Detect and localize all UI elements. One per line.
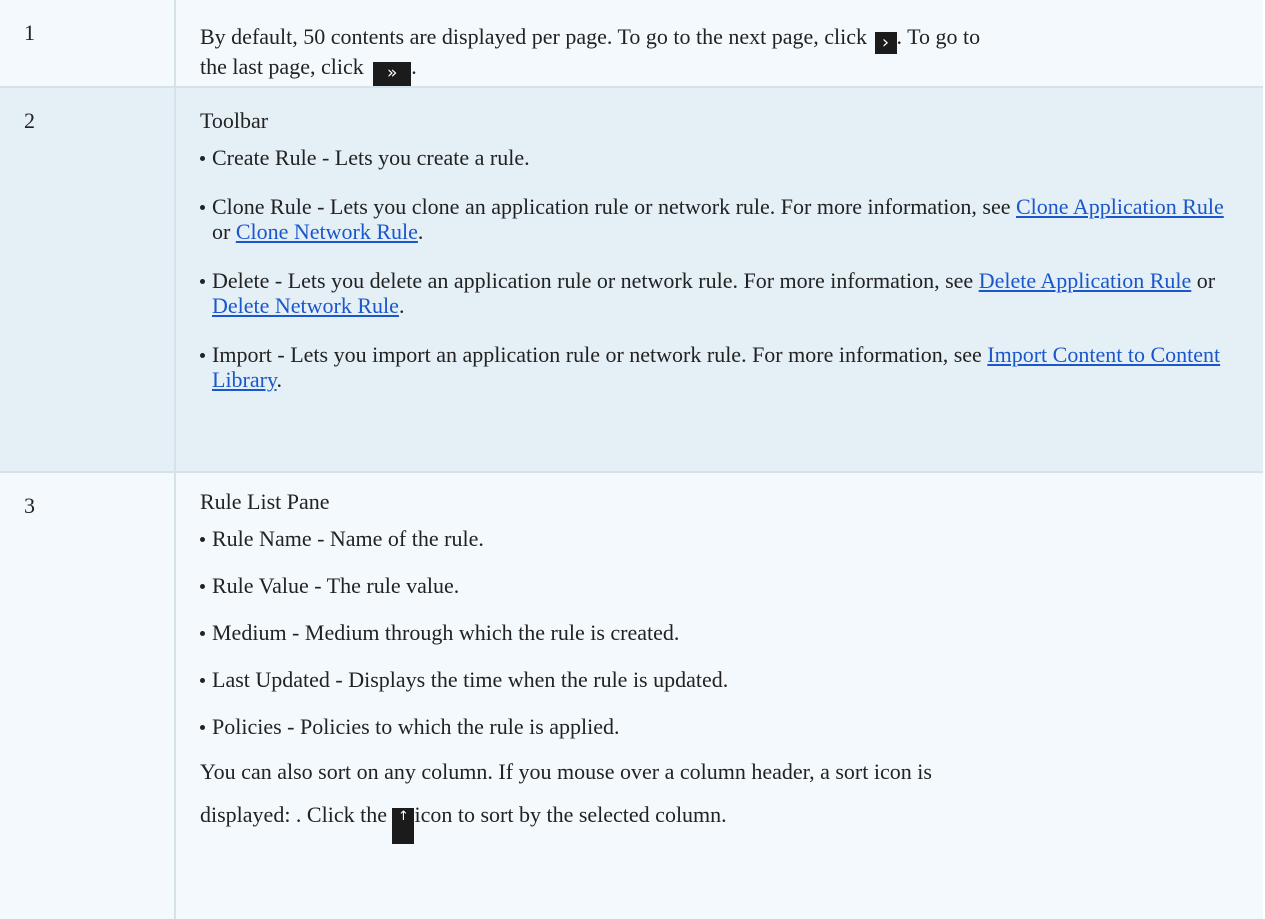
sort-arrow-up-icon: ↑ [392, 808, 415, 844]
clone-network-rule-link[interactable]: Clone Network Rule [236, 219, 418, 244]
list-item: Delete - Lets you delete an application … [200, 268, 1243, 318]
list-item: Last Updated - Displays the time when th… [200, 667, 1243, 692]
list-item-joiner: or [212, 219, 231, 244]
list-item-text: Clone Rule - Lets you clone an applicati… [212, 194, 1011, 219]
toolbar-items-list: Create Rule - Lets you create a rule. Cl… [200, 145, 1243, 392]
list-item-text: Delete - Lets you delete an application … [212, 268, 974, 293]
clone-application-rule-link[interactable]: Clone Application Rule [1016, 194, 1224, 219]
row-content: By default, 50 contents are displayed pe… [175, 0, 1263, 88]
sort-text-after: icon to sort by the selected column. [414, 802, 727, 827]
section-title-toolbar: Toolbar [200, 108, 269, 133]
pagination-period: . [411, 54, 417, 79]
list-item-text: Import - Lets you import an application … [212, 342, 982, 367]
rule-list-columns: Rule Name - Name of the rule. Rule Value… [200, 526, 1243, 739]
sort-text-line: You can also sort on any column. If you … [200, 759, 932, 784]
list-item-period: . [398, 293, 405, 318]
double-chevron-right-icon: » [373, 62, 412, 86]
list-item: Clone Rule - Lets you clone an applicati… [200, 194, 1243, 244]
table-row: 3 Rule List Pane Rule Name - Name of the… [0, 472, 1263, 919]
list-item: Create Rule - Lets you create a rule. [200, 145, 1243, 170]
delete-network-rule-link[interactable]: Delete Network Rule [212, 293, 399, 318]
pagination-last-text: the last page, click [200, 54, 364, 79]
row-number: 1 [0, 0, 176, 88]
chevron-right-icon: › [874, 32, 897, 54]
list-item: Rule Value - The rule value. [200, 573, 1243, 598]
row-content: Rule List Pane Rule Name - Name of the r… [175, 472, 1263, 919]
row-content: Toolbar Create Rule - Lets you create a … [175, 87, 1263, 473]
pagination-text: By default, 50 contents are displayed pe… [200, 24, 868, 49]
list-item-period: . [276, 367, 283, 392]
table-row: 1 By default, 50 contents are displayed … [0, 0, 1263, 88]
delete-application-rule-link[interactable]: Delete Application Rule [979, 268, 1192, 293]
list-item-period: . [417, 219, 424, 244]
sort-text-line: displayed: . Click the ↑ icon to sort by … [200, 802, 1243, 844]
row-number: 3 [0, 472, 176, 919]
row-number: 2 [0, 87, 176, 473]
pagination-description: By default, 50 contents are displayed pe… [200, 24, 1243, 86]
list-item-joiner: or [1196, 268, 1216, 293]
list-item: Rule Name - Name of the rule. [200, 526, 1243, 551]
list-item: Import - Lets you import an application … [200, 342, 1243, 392]
list-item-text: Create Rule - Lets you create a rule. [212, 145, 530, 170]
pagination-text-tail: . To go to [896, 24, 981, 49]
list-item: Medium - Medium through which the rule i… [200, 620, 1243, 645]
list-item: Policies - Policies to which the rule is… [200, 714, 1243, 739]
section-title-rule-list-pane: Rule List Pane [200, 489, 330, 514]
table-row: 2 Toolbar Create Rule - Lets you create … [0, 87, 1263, 473]
description-table: 1 By default, 50 contents are displayed … [0, 0, 1263, 919]
sort-description: You can also sort on any column. If you … [200, 759, 1243, 844]
sort-text-before: displayed: . Click the [200, 802, 387, 827]
